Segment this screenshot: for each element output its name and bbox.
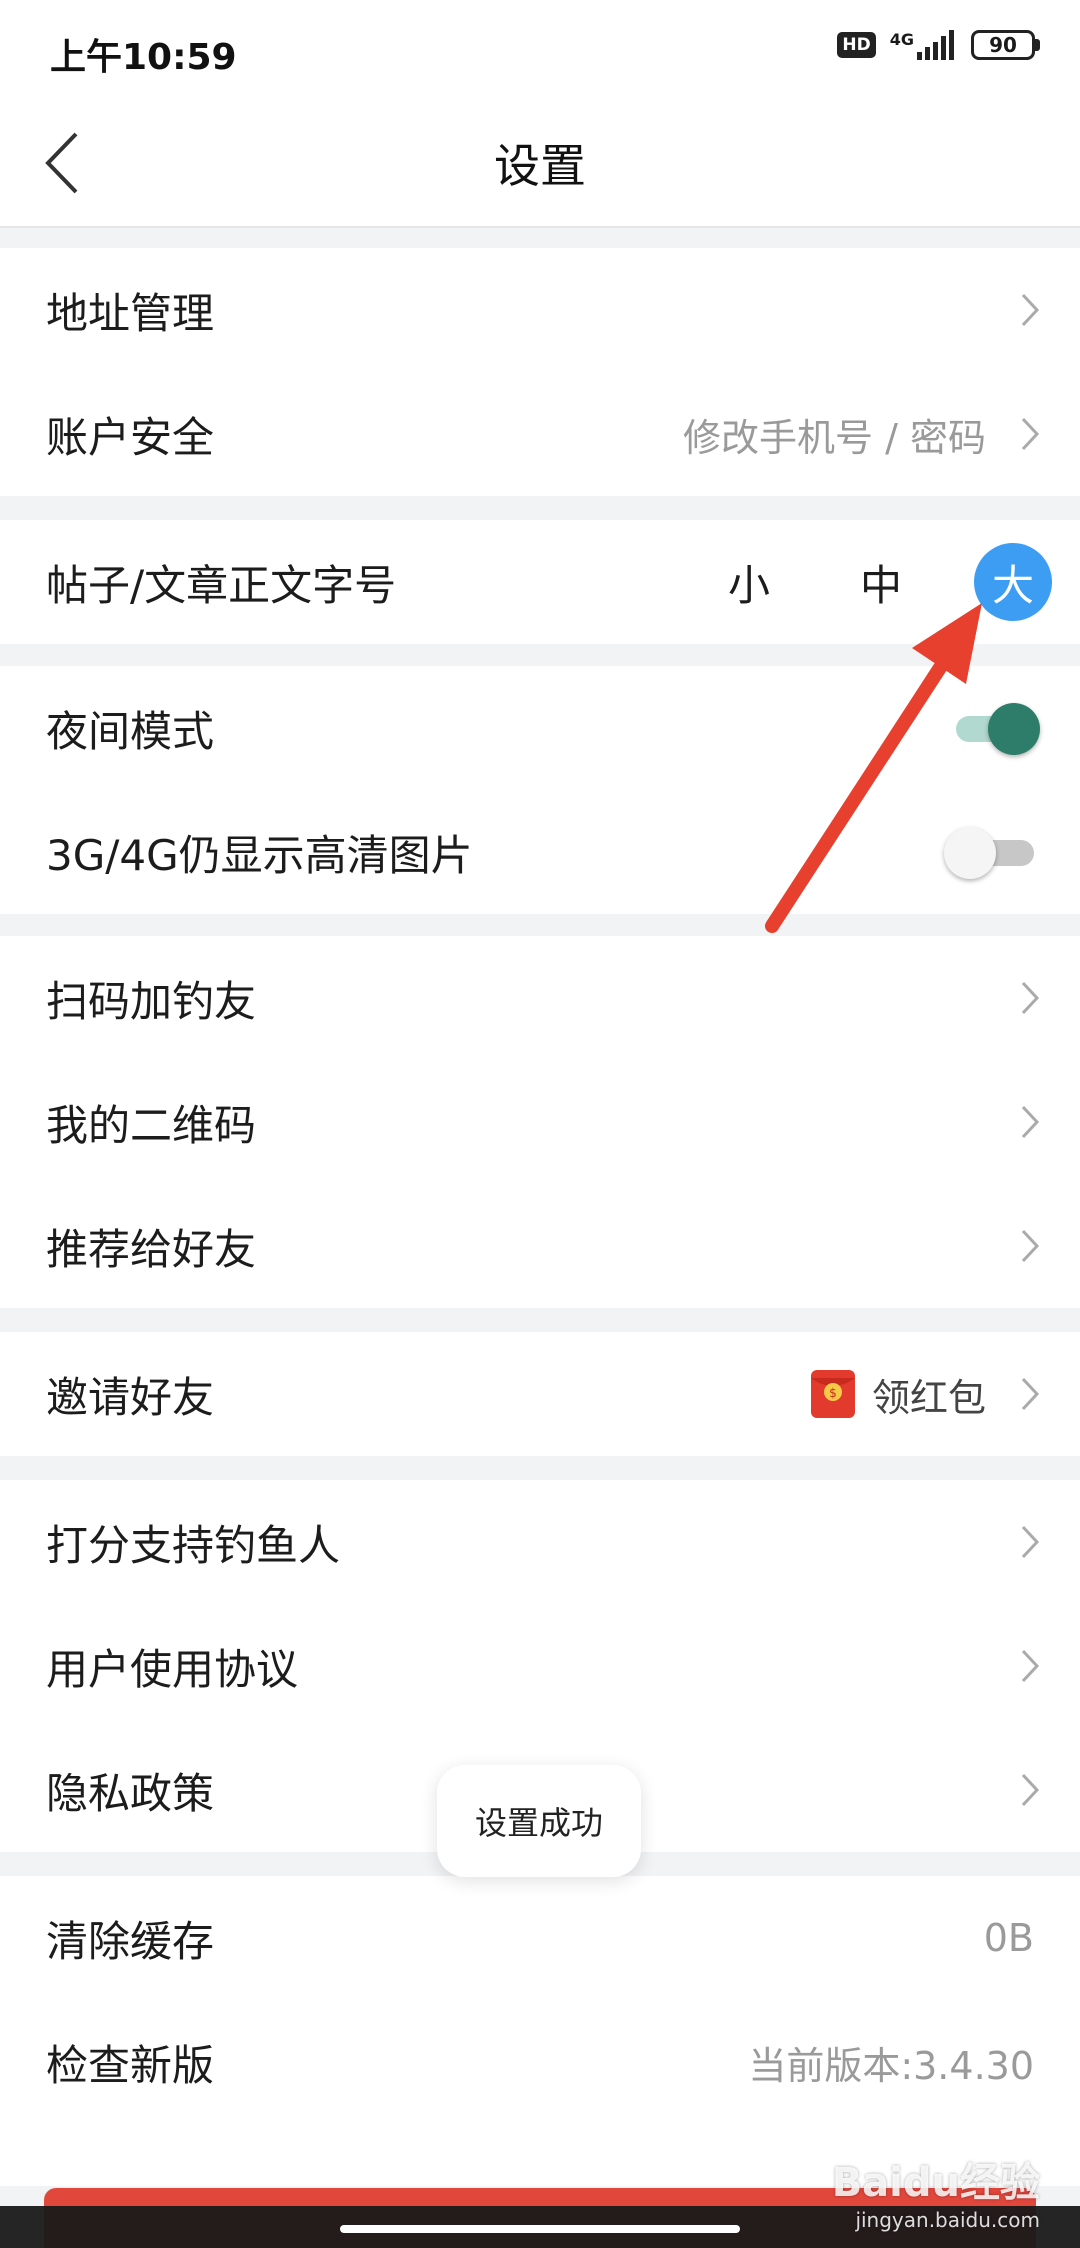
font-size-row: 帖子/文章正文字号 小 中 大	[0, 520, 1080, 644]
font-size-small-option[interactable]: 小	[728, 520, 770, 644]
row-label: 扫码加钓友	[46, 976, 257, 1026]
status-icons: HD 4G 90	[837, 30, 1040, 60]
hd-icon: HD	[837, 32, 876, 58]
header-bar: 设置	[0, 100, 1080, 228]
row-label: 打分支持钓鱼人	[46, 1520, 341, 1570]
invite-reward: $ 领红包	[810, 1332, 986, 1456]
account-security-row[interactable]: 账户安全 修改手机号 / 密码	[0, 372, 1080, 496]
hd-images-toggle[interactable]	[944, 822, 1040, 882]
watermark-url: jingyan.baidu.com	[855, 2208, 1040, 2232]
chevron-right-icon	[1021, 1649, 1040, 1683]
battery-icon: 90	[971, 30, 1040, 60]
watermark-brand: Baidu经验	[831, 2160, 1040, 2206]
row-label: 我的二维码	[46, 1100, 257, 1150]
recommend-friend-row[interactable]: 推荐给好友	[0, 1184, 1080, 1308]
chevron-right-icon	[1021, 293, 1040, 327]
toast-message: 设置成功	[437, 1765, 641, 1877]
social-group: 扫码加钓友 我的二维码 推荐给好友	[0, 936, 1080, 1308]
row-label: 夜间模式	[46, 706, 215, 756]
red-packet-icon: $	[810, 1368, 856, 1420]
row-label: 地址管理	[46, 288, 215, 338]
cache-size: 0B	[983, 1916, 1034, 1960]
watermark: Baidu经验 jingyan.baidu.com	[832, 2150, 1040, 2232]
signal-icon: 4G	[890, 30, 957, 60]
chevron-right-icon	[1021, 1105, 1040, 1139]
user-agreement-row[interactable]: 用户使用协议	[0, 1604, 1080, 1728]
night-mode-toggle[interactable]	[944, 698, 1040, 758]
chevron-right-icon	[1021, 1229, 1040, 1263]
chevron-right-icon	[1021, 1525, 1040, 1559]
row-value: 领红包	[871, 1375, 986, 1420]
display-group: 夜间模式 3G/4G仍显示高清图片	[0, 666, 1080, 914]
row-label: 推荐给好友	[46, 1224, 257, 1274]
home-indicator[interactable]	[340, 2225, 740, 2233]
hd-images-row: 3G/4G仍显示高清图片	[0, 790, 1080, 914]
version-value: 当前版本:3.4.30	[748, 2043, 1034, 2088]
chevron-right-icon	[1021, 981, 1040, 1015]
invite-friend-row[interactable]: 邀请好友 $ 领红包	[0, 1332, 1080, 1456]
page-title: 设置	[494, 139, 586, 193]
check-update-row[interactable]: 检查新版 当前版本:3.4.30	[0, 2000, 1080, 2124]
storage-group: 清除缓存 0B 检查新版 当前版本:3.4.30	[0, 1876, 1080, 2186]
row-label: 检查新版	[46, 2040, 215, 2090]
status-bar: 上午10:59 HD 4G 90	[0, 0, 1080, 100]
chevron-right-icon	[1021, 1773, 1040, 1807]
row-label: 隐私政策	[46, 1768, 215, 1818]
chevron-right-icon	[1021, 1377, 1040, 1411]
font-size-group: 帖子/文章正文字号 小 中 大	[0, 520, 1080, 644]
battery-level: 90	[971, 30, 1035, 60]
scan-add-friend-row[interactable]: 扫码加钓友	[0, 936, 1080, 1060]
row-label: 账户安全	[46, 412, 215, 462]
row-label: 3G/4G仍显示高清图片	[46, 830, 473, 880]
account-group: 地址管理 账户安全 修改手机号 / 密码	[0, 248, 1080, 496]
row-label: 用户使用协议	[46, 1644, 299, 1694]
row-label: 邀请好友	[46, 1372, 215, 1422]
chevron-right-icon	[1021, 417, 1040, 451]
clear-cache-row[interactable]: 清除缓存 0B	[0, 1876, 1080, 2000]
rate-app-row[interactable]: 打分支持钓鱼人	[0, 1480, 1080, 1604]
font-size-large-option[interactable]: 大	[974, 543, 1052, 621]
font-size-medium-option[interactable]: 中	[860, 520, 902, 644]
row-value: 修改手机号 / 密码	[683, 415, 986, 460]
svg-text:$: $	[829, 1386, 837, 1400]
status-time: 上午10:59	[50, 37, 237, 78]
night-mode-row: 夜间模式	[0, 666, 1080, 790]
row-label: 清除缓存	[46, 1916, 215, 1966]
row-label: 帖子/文章正文字号	[46, 560, 397, 610]
my-qrcode-row[interactable]: 我的二维码	[0, 1060, 1080, 1184]
invite-group: 邀请好友 $ 领红包	[0, 1332, 1080, 1456]
address-management-row[interactable]: 地址管理	[0, 248, 1080, 372]
network-label: 4G	[889, 30, 914, 49]
